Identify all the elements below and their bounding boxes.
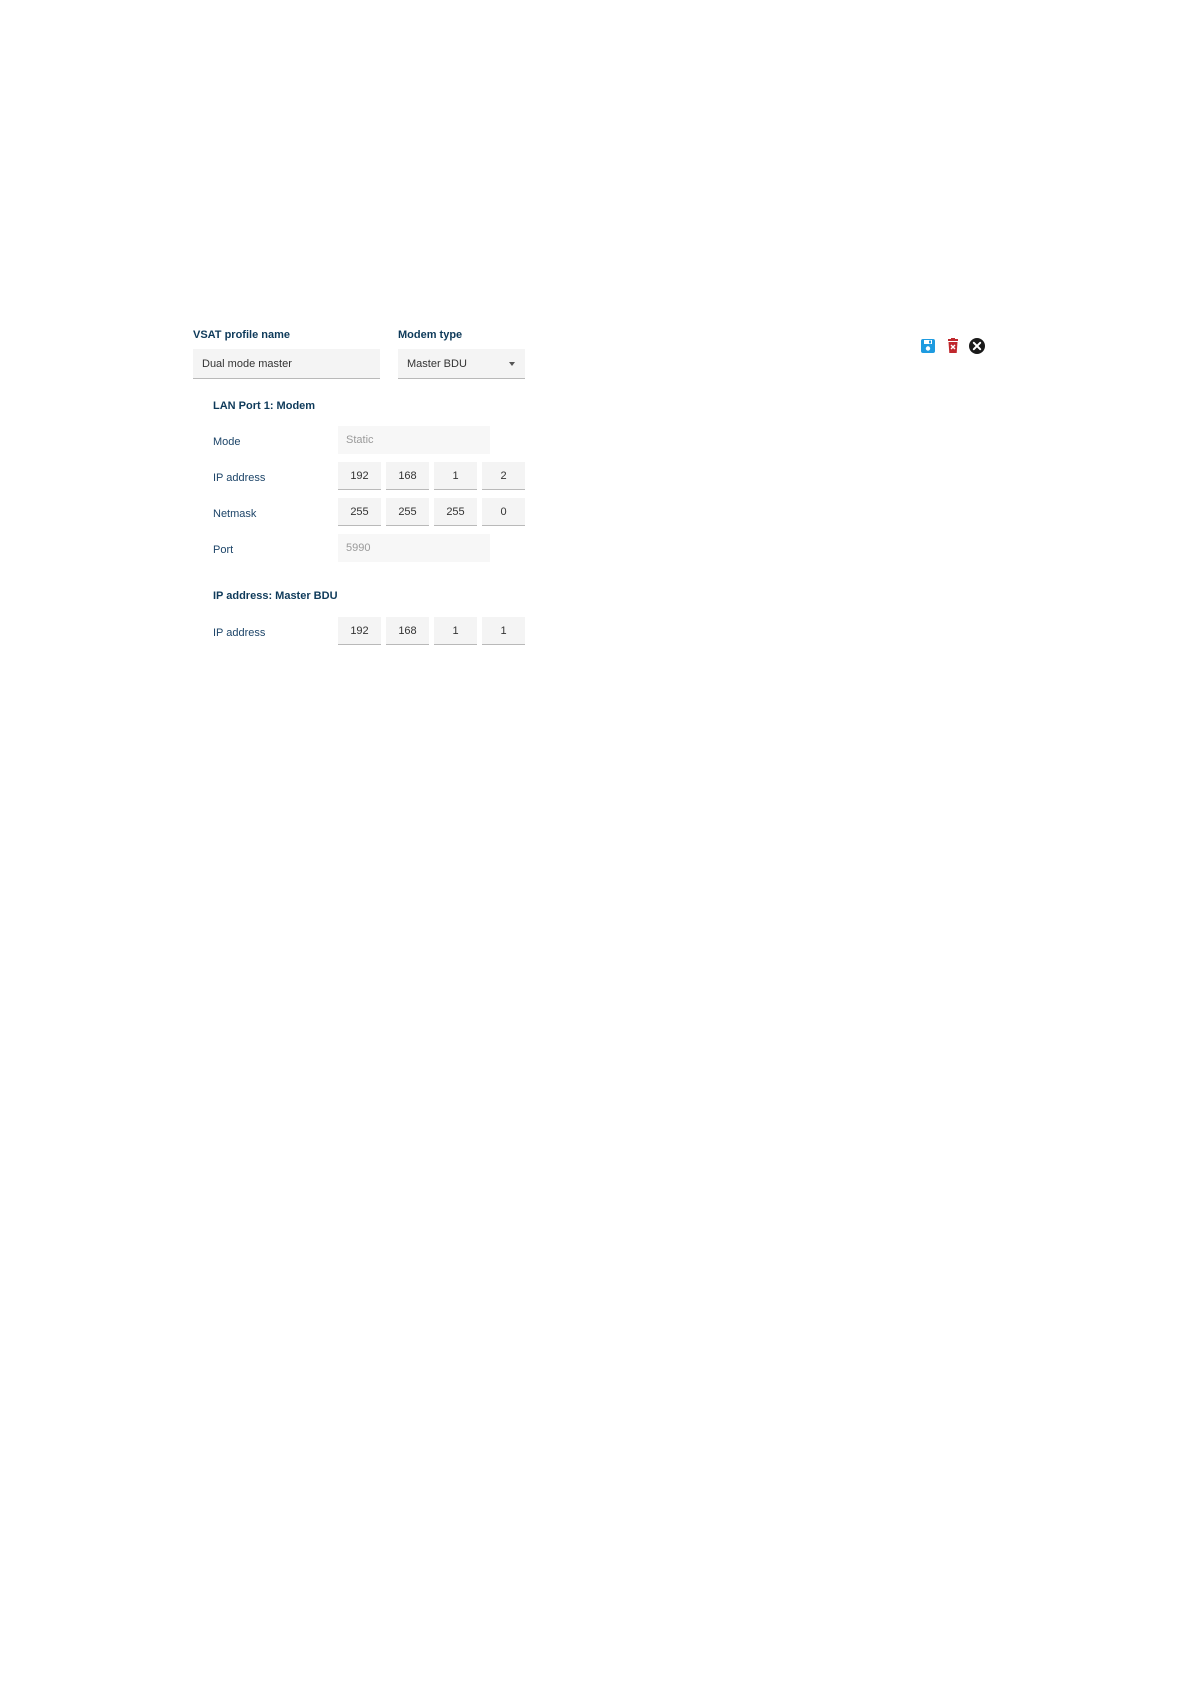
master-ip-octet-1[interactable]: 192 bbox=[338, 617, 381, 645]
modem-type-label: Modem type bbox=[398, 329, 463, 341]
mode-field: Static bbox=[338, 426, 490, 454]
ip-octet-1-value: 192 bbox=[350, 469, 369, 482]
master-ip-address-label: IP address bbox=[213, 627, 266, 639]
ip-octet-2-value: 168 bbox=[398, 469, 417, 482]
ip-octet-4-value: 2 bbox=[500, 469, 507, 482]
modem-type-select[interactable]: Master BDU bbox=[398, 349, 525, 379]
netmask-octet-2-value: 255 bbox=[398, 505, 417, 518]
master-ip-octet-3-value: 1 bbox=[452, 624, 459, 637]
master-ip-octet-4-value: 1 bbox=[500, 624, 507, 637]
delete-icon[interactable] bbox=[944, 337, 962, 355]
master-ip-octet-2-value: 168 bbox=[398, 624, 417, 637]
master-bdu-title: IP address: Master BDU bbox=[213, 590, 338, 602]
master-ip-octet-3[interactable]: 1 bbox=[434, 617, 477, 645]
ip-octet-2[interactable]: 168 bbox=[386, 462, 429, 490]
port-value: 5990 bbox=[346, 542, 371, 554]
ip-address-label: IP address bbox=[213, 472, 266, 484]
netmask-octet-4[interactable]: 0 bbox=[482, 498, 525, 526]
close-icon[interactable] bbox=[968, 337, 986, 355]
modem-type-value: Master BDU bbox=[407, 357, 467, 370]
ip-octet-4[interactable]: 2 bbox=[482, 462, 525, 490]
mode-value: Static bbox=[346, 434, 374, 446]
ip-octet-3-value: 1 bbox=[452, 469, 459, 482]
profile-name-input[interactable]: Dual mode master bbox=[193, 349, 380, 379]
dropdown-arrow-icon bbox=[509, 361, 515, 366]
netmask-octet-4-value: 0 bbox=[500, 505, 507, 518]
port-field: 5990 bbox=[338, 534, 490, 562]
master-ip-octet-4[interactable]: 1 bbox=[482, 617, 525, 645]
netmask-label: Netmask bbox=[213, 508, 257, 520]
netmask-octet-3[interactable]: 255 bbox=[434, 498, 477, 526]
lan-port-title: LAN Port 1: Modem bbox=[213, 400, 316, 412]
save-icon[interactable] bbox=[919, 337, 937, 355]
mode-label: Mode bbox=[213, 436, 241, 448]
netmask-octet-2[interactable]: 255 bbox=[386, 498, 429, 526]
master-ip-octet-2[interactable]: 168 bbox=[386, 617, 429, 645]
netmask-octet-1[interactable]: 255 bbox=[338, 498, 381, 526]
netmask-octet-1-value: 255 bbox=[350, 505, 369, 518]
profile-name-value: Dual mode master bbox=[202, 357, 292, 370]
profile-name-label: VSAT profile name bbox=[193, 329, 290, 341]
netmask-octet-3-value: 255 bbox=[446, 505, 465, 518]
port-label: Port bbox=[213, 544, 234, 556]
ip-octet-1[interactable]: 192 bbox=[338, 462, 381, 490]
ip-octet-3[interactable]: 1 bbox=[434, 462, 477, 490]
master-ip-octet-1-value: 192 bbox=[350, 624, 369, 637]
